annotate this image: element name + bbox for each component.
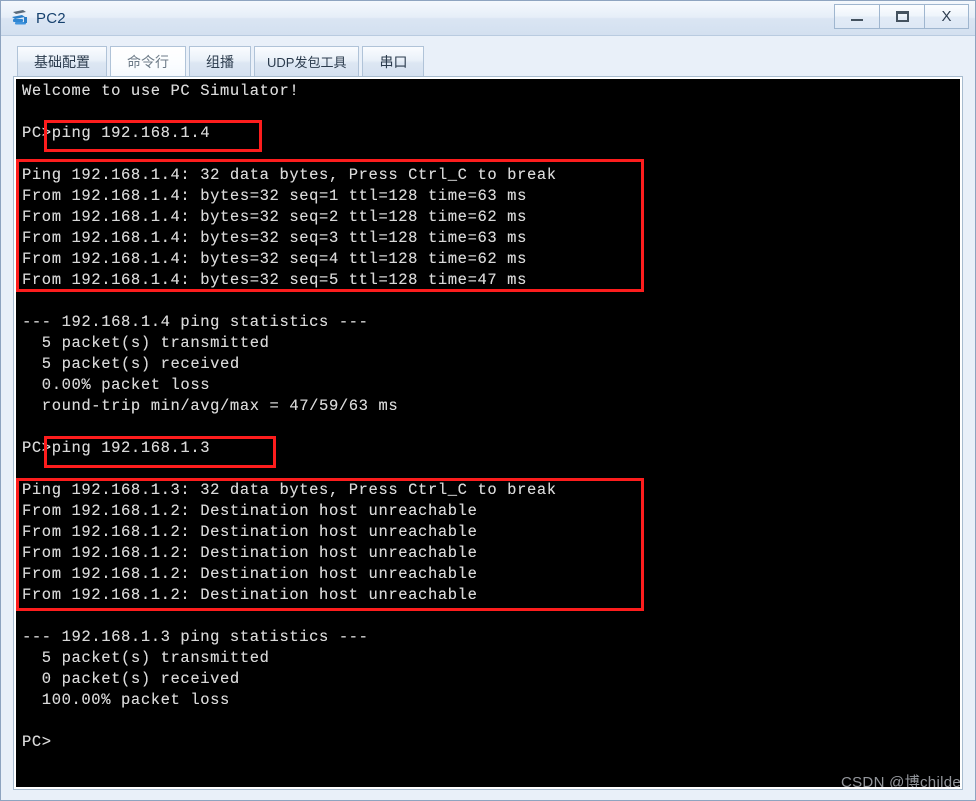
tab-udp-tool[interactable]: UDP发包工具 bbox=[254, 46, 360, 76]
terminal-line: Ping 192.168.1.3: 32 data bytes, Press C… bbox=[22, 481, 557, 499]
terminal-line: From 192.168.1.4: bytes=32 seq=1 ttl=128… bbox=[22, 187, 527, 205]
window-client-area: 基础配置 命令行 组播 UDP发包工具 串口 Welcome to use PC… bbox=[1, 36, 975, 800]
terminal-line: From 192.168.1.4: bytes=32 seq=2 ttl=128… bbox=[22, 208, 527, 226]
terminal-line: PC>ping 192.168.1.4 bbox=[22, 124, 211, 142]
window-title-bar: PC2 X bbox=[1, 1, 975, 36]
terminal-output: Welcome to use PC Simulator! PC>ping 192… bbox=[22, 81, 557, 753]
tab-basic-config[interactable]: 基础配置 bbox=[17, 46, 107, 76]
terminal-line: --- 192.168.1.4 ping statistics --- bbox=[22, 313, 369, 331]
terminal-line: PC> bbox=[22, 733, 52, 751]
terminal-line: PC>ping 192.168.1.3 bbox=[22, 439, 211, 457]
tab-label: 串口 bbox=[379, 53, 408, 70]
minimize-button[interactable] bbox=[834, 4, 879, 29]
window-controls: X bbox=[834, 4, 969, 29]
terminal-line: Welcome to use PC Simulator! bbox=[22, 82, 300, 100]
terminal-line: From 192.168.1.2: Destination host unrea… bbox=[22, 586, 478, 604]
maximize-icon bbox=[895, 11, 909, 22]
close-icon: X bbox=[941, 8, 952, 25]
terminal-line: 0 packet(s) received bbox=[22, 670, 240, 688]
tab-label: 基础配置 bbox=[34, 53, 90, 70]
pc-simulator-window: PC2 X 基础配置 命令行 组播 UDP发包工具 串口 Welcome to … bbox=[0, 0, 976, 801]
window-title: PC2 bbox=[36, 9, 66, 27]
minimize-icon bbox=[851, 19, 863, 21]
terminal-line: round-trip min/avg/max = 47/59/63 ms bbox=[22, 397, 399, 415]
terminal-line: 100.00% packet loss bbox=[22, 691, 230, 709]
terminal-line: From 192.168.1.4: bytes=32 seq=5 ttl=128… bbox=[22, 271, 527, 289]
terminal-line: From 192.168.1.2: Destination host unrea… bbox=[22, 502, 478, 520]
pc-device-icon bbox=[10, 8, 30, 28]
tab-serial-port[interactable]: 串口 bbox=[362, 46, 425, 76]
terminal-line: From 192.168.1.4: bytes=32 seq=3 ttl=128… bbox=[22, 229, 527, 247]
terminal-line: From 192.168.1.4: bytes=32 seq=4 ttl=128… bbox=[22, 250, 527, 268]
tab-multicast[interactable]: 组播 bbox=[189, 46, 251, 76]
terminal-line: 5 packet(s) received bbox=[22, 355, 240, 373]
terminal-line: 5 packet(s) transmitted bbox=[22, 334, 270, 352]
tab-command-line[interactable]: 命令行 bbox=[110, 46, 186, 76]
terminal-line: From 192.168.1.2: Destination host unrea… bbox=[22, 523, 478, 541]
tab-label: 命令行 bbox=[127, 53, 169, 70]
terminal-line: Ping 192.168.1.4: 32 data bytes, Press C… bbox=[22, 166, 557, 184]
maximize-button[interactable] bbox=[879, 4, 924, 29]
close-button[interactable]: X bbox=[924, 4, 969, 29]
tab-label: 组播 bbox=[206, 53, 234, 70]
terminal-line: From 192.168.1.2: Destination host unrea… bbox=[22, 565, 478, 583]
terminal-line: --- 192.168.1.3 ping statistics --- bbox=[22, 628, 369, 646]
terminal-line: 5 packet(s) transmitted bbox=[22, 649, 270, 667]
watermark: CSDN @博childe bbox=[841, 774, 961, 791]
tab-label: UDP发包工具 bbox=[267, 55, 347, 70]
terminal-line: 0.00% packet loss bbox=[22, 376, 211, 394]
terminal-console[interactable]: Welcome to use PC Simulator! PC>ping 192… bbox=[16, 79, 960, 787]
terminal-line: From 192.168.1.2: Destination host unrea… bbox=[22, 544, 478, 562]
tab-bar: 基础配置 命令行 组播 UDP发包工具 串口 bbox=[11, 44, 965, 76]
terminal-panel: Welcome to use PC Simulator! PC>ping 192… bbox=[13, 76, 963, 790]
